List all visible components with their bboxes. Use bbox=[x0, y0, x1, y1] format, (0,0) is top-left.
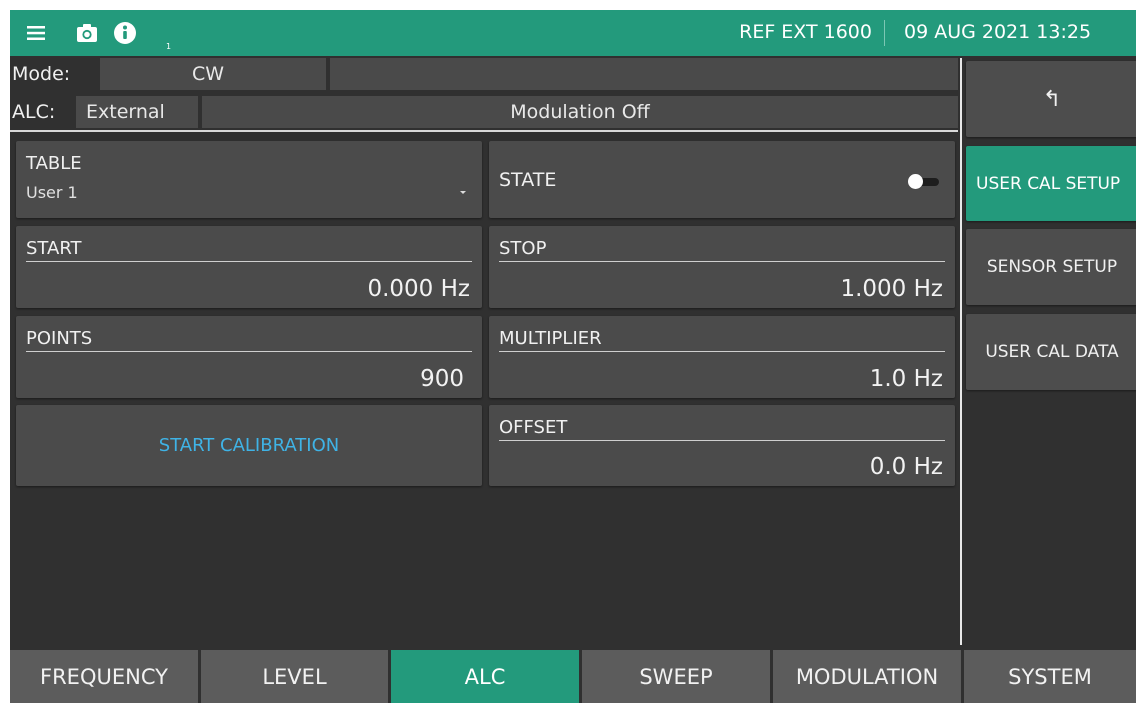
user-cal-setup-button[interactable]: USER CAL SETUP bbox=[966, 146, 1136, 221]
dropdown-caret-icon bbox=[460, 191, 466, 194]
info-icon[interactable] bbox=[110, 10, 140, 56]
tab-alc-label: ALC bbox=[464, 664, 506, 689]
info-badge-count: 1 bbox=[166, 42, 172, 51]
reference-status: REF EXT 1600 bbox=[739, 21, 872, 43]
tab-sweep[interactable]: SWEEP bbox=[582, 650, 770, 703]
user-cal-setup-label: USER CAL SETUP bbox=[976, 173, 1121, 194]
field-underline bbox=[499, 351, 945, 352]
sensor-setup-button[interactable]: SENSOR SETUP bbox=[966, 229, 1136, 305]
offset-label: OFFSET bbox=[499, 417, 568, 438]
multiplier-label: MULTIPLIER bbox=[499, 328, 602, 349]
offset-value: 0.0 Hz bbox=[869, 454, 943, 480]
mode-info-field bbox=[330, 58, 958, 90]
back-button[interactable]: ↰ bbox=[966, 61, 1136, 137]
tab-sweep-label: SWEEP bbox=[639, 664, 713, 689]
tab-alc[interactable]: ALC bbox=[391, 650, 579, 703]
user-cal-data-button[interactable]: USER CAL DATA bbox=[966, 314, 1136, 390]
sensor-setup-label: SENSOR SETUP bbox=[986, 257, 1118, 277]
field-underline bbox=[26, 351, 472, 352]
modulation-status-field: Modulation Off bbox=[202, 96, 958, 128]
state-label: STATE bbox=[499, 169, 557, 191]
tab-frequency[interactable]: FREQUENCY bbox=[10, 650, 198, 703]
status-divider bbox=[884, 20, 885, 46]
field-underline bbox=[499, 261, 945, 262]
tab-system[interactable]: SYSTEM bbox=[964, 650, 1136, 703]
mode-value-field[interactable]: CW bbox=[100, 58, 326, 90]
tab-modulation-label: MODULATION bbox=[795, 664, 939, 689]
tab-level[interactable]: LEVEL bbox=[201, 650, 388, 703]
field-underline bbox=[499, 440, 945, 441]
back-arrow-icon: ↰ bbox=[1042, 86, 1062, 112]
date-time: 09 AUG 2021 13:25 bbox=[904, 21, 1092, 43]
mode-value: CW bbox=[192, 63, 225, 85]
table-select[interactable]: TABLE User 1 bbox=[16, 141, 482, 218]
points-value: 900 bbox=[420, 366, 464, 392]
points-label: POINTS bbox=[26, 328, 93, 349]
menu-icon[interactable] bbox=[24, 10, 48, 56]
start-value: 0.000 Hz bbox=[367, 276, 470, 302]
start-calibration-label: START CALIBRATION bbox=[158, 435, 340, 456]
signal-generator-app: 1 REF EXT 1600 09 AUG 2021 13:25 Mode: C… bbox=[10, 10, 1136, 703]
stop-value: 1.000 Hz bbox=[840, 276, 943, 302]
field-underline bbox=[26, 261, 472, 262]
table-value: User 1 bbox=[26, 183, 78, 202]
alc-label: ALC: bbox=[12, 101, 56, 123]
multiplier-value: 1.0 Hz bbox=[869, 366, 943, 392]
alc-value: External bbox=[86, 101, 165, 123]
stop-field[interactable]: STOP 1.000 Hz bbox=[489, 226, 955, 308]
top-status-bar: 1 REF EXT 1600 09 AUG 2021 13:25 bbox=[10, 10, 1136, 56]
tab-level-label: LEVEL bbox=[262, 664, 327, 689]
state-tile: STATE bbox=[489, 141, 955, 218]
user-cal-data-label: USER CAL DATA bbox=[985, 342, 1119, 362]
header-divider bbox=[10, 130, 958, 132]
tab-modulation[interactable]: MODULATION bbox=[773, 650, 961, 703]
multiplier-field[interactable]: MULTIPLIER 1.0 Hz bbox=[489, 316, 955, 398]
tab-system-label: SYSTEM bbox=[1008, 664, 1092, 689]
tab-frequency-label: FREQUENCY bbox=[40, 664, 168, 689]
table-label: TABLE bbox=[26, 153, 82, 174]
points-field[interactable]: POINTS 900 bbox=[16, 316, 482, 398]
camera-icon[interactable] bbox=[72, 10, 102, 56]
start-field[interactable]: START 0.000 Hz bbox=[16, 226, 482, 308]
mode-label: Mode: bbox=[12, 63, 71, 85]
side-panel-divider bbox=[960, 58, 962, 645]
start-calibration-button[interactable]: START CALIBRATION bbox=[16, 405, 482, 486]
start-label: START bbox=[26, 238, 82, 259]
offset-field[interactable]: OFFSET 0.0 Hz bbox=[489, 405, 955, 486]
modulation-status: Modulation Off bbox=[510, 101, 650, 123]
toggle-knob-icon bbox=[908, 174, 923, 189]
alc-value-field[interactable]: External bbox=[76, 96, 198, 128]
stop-label: STOP bbox=[499, 238, 547, 259]
